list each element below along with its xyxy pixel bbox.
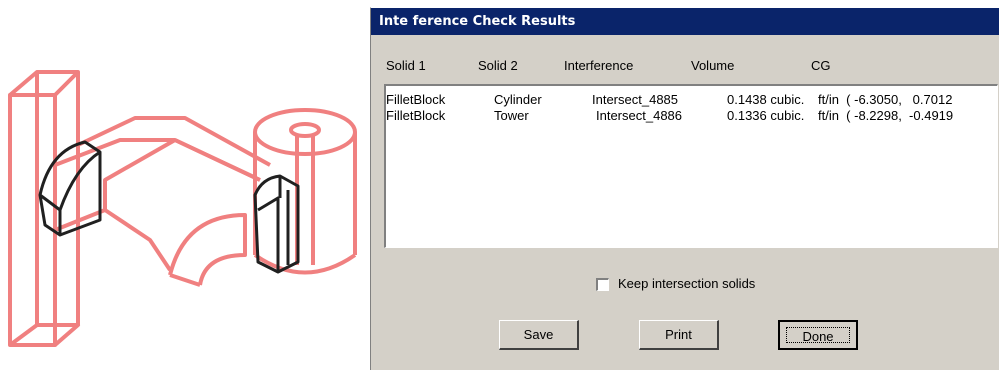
cell-volume: 0.1336 cubic.	[727, 108, 805, 123]
fillet-block-arch	[168, 213, 247, 286]
intersection-1	[38, 140, 102, 237]
cell-interference: Intersect_4886	[596, 108, 683, 123]
tower-bottom	[8, 323, 80, 347]
fillet-block-top	[174, 138, 261, 182]
cylinder-bottom	[253, 253, 357, 275]
tower-front	[8, 93, 57, 347]
fillet-block-front	[169, 273, 201, 287]
cell-cg: ft/in ( -8.2298, -0.4919	[818, 108, 954, 123]
wireframe-model-illustration	[8, 70, 357, 347]
cell-solid1: FilletBlock	[386, 108, 446, 123]
beam-side	[103, 138, 176, 210]
save-button[interactable]: Save	[499, 320, 579, 350]
cell-cg: ft/in ( -6.3050, 0.7012	[818, 92, 953, 107]
column-header-solid1: Solid 1	[386, 58, 426, 73]
column-header-solid2: Solid 2	[478, 58, 518, 73]
keep-solids-checkbox[interactable]	[596, 278, 609, 291]
cell-interference: Intersect_4885	[592, 92, 679, 107]
print-button[interactable]: Print	[639, 320, 719, 350]
cell-volume: 0.1438 cubic.	[727, 92, 805, 107]
interference-check-dialog: Inte ference Check Results Solid 1 Solid…	[370, 7, 999, 370]
dialog-title: Inte ference Check Results	[371, 8, 999, 35]
table-row[interactable]: FilletBlock Cylinder Intersect_4885 0.14…	[386, 92, 997, 108]
cylinder-top	[253, 108, 357, 156]
table-row[interactable]: FilletBlock Tower Intersect_4886 0.1336 …	[386, 108, 997, 124]
column-header-cg: CG	[811, 58, 831, 73]
cell-solid2: Cylinder	[494, 92, 542, 107]
beam-front-top	[54, 138, 261, 182]
beam-lower	[54, 208, 172, 272]
column-header-volume: Volume	[691, 58, 735, 73]
done-label: Done	[786, 327, 850, 344]
cell-solid2: Tower	[494, 108, 529, 123]
column-header-interference: Interference	[564, 58, 634, 73]
tower-top	[8, 70, 80, 97]
done-button[interactable]: Done	[778, 320, 858, 350]
results-list[interactable]: FilletBlock Cylinder Intersect_4885 0.14…	[384, 84, 998, 248]
keep-solids-label: Keep intersection solids	[618, 276, 756, 291]
cell-solid1: FilletBlock	[386, 92, 446, 107]
